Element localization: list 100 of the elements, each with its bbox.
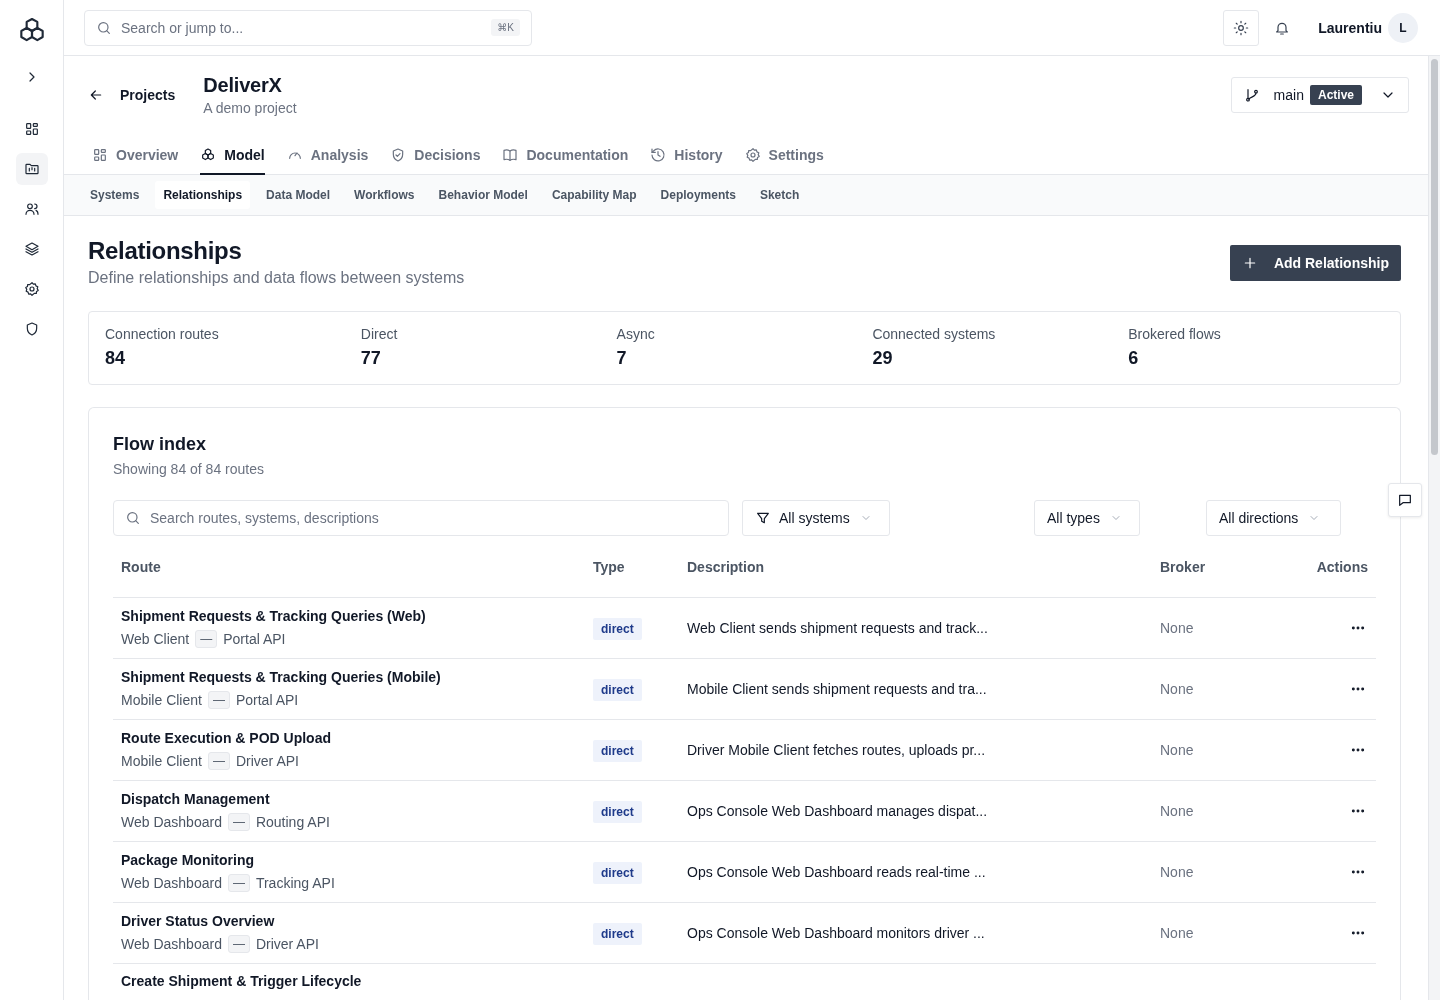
route-name: Shipment Requests & Tracking Queries (Web)	[121, 608, 427, 624]
stat-label: Async	[616, 326, 656, 342]
connector-chip: —	[207, 752, 230, 770]
system-name: Web Client	[121, 631, 190, 647]
subtab[interactable]: Data Model	[258, 181, 339, 209]
theme-toggle-button[interactable]	[1223, 9, 1260, 46]
branch-icon	[1243, 86, 1260, 103]
settings-icon	[744, 147, 761, 163]
table-cell: Ops Console Web Dashboard manages dispat...	[687, 803, 988, 819]
connector-chip: —	[207, 691, 230, 709]
scrollbar[interactable]	[1428, 56, 1440, 1000]
tab[interactable]: Decisions	[390, 147, 481, 175]
connector-chip: —	[195, 630, 218, 648]
sun-icon	[1233, 19, 1250, 36]
users-icon	[23, 201, 40, 217]
subtab[interactable]: Relationships	[155, 181, 251, 209]
page-subtitle: Define relationships and data flows between systems	[88, 269, 465, 287]
table-cell: None	[1160, 803, 1194, 819]
book-icon	[502, 147, 519, 163]
tab[interactable]: History	[650, 147, 723, 175]
connector-chip: —	[227, 813, 250, 831]
grid-icon	[23, 121, 40, 137]
route-name: Shipment Requests & Tracking Queries (Mobile)	[121, 669, 442, 685]
stat-label: Brokered flows	[1128, 326, 1222, 342]
tab[interactable]: Overview	[92, 147, 179, 175]
settings-icon	[23, 281, 40, 297]
filter-dropdown[interactable]: All systems	[742, 500, 890, 536]
stat-value: 29	[872, 348, 894, 369]
system-name: Tracking API	[255, 875, 335, 891]
column-header: Actions	[1315, 559, 1369, 575]
branch-selector[interactable]: main Active	[1230, 76, 1409, 113]
stat-value: 84	[105, 348, 127, 369]
tab[interactable]: Analysis	[286, 147, 369, 175]
project-title: DeliverX	[203, 73, 283, 97]
system-name: Routing API	[255, 814, 330, 830]
folder-icon	[23, 161, 40, 177]
search-icon	[125, 510, 141, 526]
route-name: Create Shipment & Trigger Lifecycle	[121, 973, 363, 989]
type-badge: direct	[593, 618, 642, 640]
section-title: Flow index	[113, 434, 207, 455]
table-cell: None	[1160, 864, 1194, 880]
subtab[interactable]: Capability Map	[543, 181, 645, 209]
branch-name: main	[1273, 86, 1304, 103]
system-name: Mobile Client	[121, 753, 202, 769]
type-badge: direct	[593, 923, 642, 945]
history-icon	[650, 147, 667, 163]
system-name: Web Dashboard	[121, 875, 222, 891]
type-badge: direct	[593, 740, 642, 762]
subtab[interactable]: Deployments	[652, 181, 744, 209]
search-icon	[96, 19, 112, 36]
column-header: Broker	[1160, 559, 1207, 575]
table-cell: Mobile Client sends shipment requests and tra...	[687, 681, 987, 697]
stat-value: 7	[616, 348, 628, 369]
table-cell: Ops Console Web Dashboard reads real-time ...	[687, 864, 986, 880]
system-name: Web Dashboard	[121, 936, 222, 952]
back-link[interactable]: Projects	[88, 76, 176, 113]
type-badge: direct	[593, 801, 642, 823]
tab[interactable]: Settings	[744, 147, 824, 175]
project-subtitle: A demo project	[203, 99, 297, 116]
scrollbar-thumb[interactable]	[1431, 59, 1438, 455]
page-title: Relationships	[88, 237, 243, 265]
filter-icon	[755, 510, 771, 526]
tab[interactable]: Documentation	[502, 147, 629, 175]
user-name: Laurentiu	[1318, 19, 1382, 36]
filter-dropdown[interactable]: All directions	[1206, 500, 1341, 536]
sidebar-item[interactable]	[15, 153, 48, 185]
feedback-button[interactable]	[1388, 483, 1422, 517]
cubes-icon	[200, 147, 217, 163]
stat-label: Connected systems	[872, 326, 997, 342]
avatar[interactable]: L	[1388, 12, 1418, 43]
table-cell: None	[1160, 681, 1194, 697]
table-cell: Ops Console Web Dashboard monitors driver ...	[687, 925, 985, 941]
filter-dropdown[interactable]: All types	[1034, 500, 1140, 536]
stat-value: 77	[360, 348, 382, 369]
column-header: Type	[593, 559, 626, 575]
table-cell: None	[1160, 742, 1194, 758]
status-badge: Active	[1309, 84, 1362, 105]
add-relationship-button[interactable]: Add Relationship	[1229, 245, 1401, 281]
system-name: Driver API	[235, 753, 299, 769]
system-name: Driver API	[255, 936, 319, 952]
type-badge: direct	[593, 862, 642, 884]
route-name: Route Execution & POD Upload	[121, 730, 332, 746]
table-cell: Web Client sends shipment requests and track...	[687, 620, 988, 636]
subtab[interactable]: Sketch	[751, 181, 808, 209]
table-cell: None	[1160, 925, 1194, 941]
stat-value: 6	[1128, 348, 1140, 369]
route-name: Dispatch Management	[121, 791, 271, 807]
subtab[interactable]: Systems	[82, 181, 148, 209]
chat-icon	[1397, 492, 1413, 508]
system-name: Portal API	[235, 692, 299, 708]
subtab[interactable]: Workflows	[346, 181, 423, 209]
system-name: Web Dashboard	[121, 814, 222, 830]
search-field[interactable]: Search routes, systems, descriptions	[113, 500, 729, 536]
column-header: Description	[687, 559, 765, 575]
route-name: Driver Status Overview	[121, 913, 276, 929]
table-cell: Driver Mobile Client fetches routes, uploads pr...	[687, 742, 986, 758]
connector-chip: —	[227, 935, 250, 953]
subtab[interactable]: Behavior Model	[430, 181, 536, 209]
route-name: Package Monitoring	[121, 852, 256, 868]
type-badge: direct	[593, 679, 642, 701]
